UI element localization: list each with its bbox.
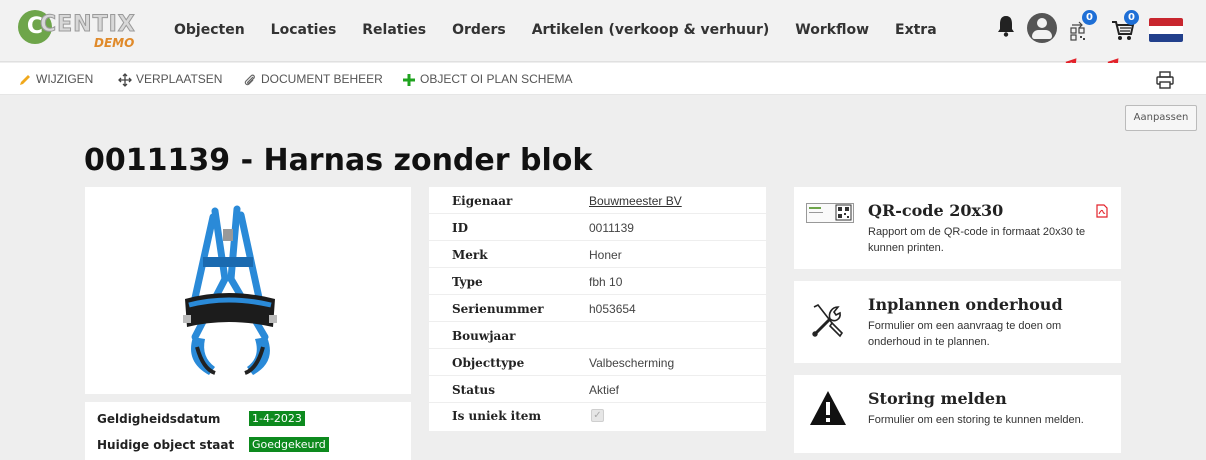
logo-demo-label: DEMO [94,36,135,50]
detail-row-bouwjaar: Bouwjaar [429,323,766,349]
menu-item-locaties[interactable]: Locaties [271,22,337,38]
bell-icon[interactable] [996,14,1016,38]
main-menu: Objecten Locaties Relaties Orders Artike… [174,22,963,38]
menu-item-relaties[interactable]: Relaties [362,22,426,38]
menu-item-extra[interactable]: Extra [895,22,937,38]
document-management-button[interactable]: DOCUMENT BEHEER [243,72,383,87]
shopping-cart-icon[interactable]: 0 [1110,10,1139,42]
pencil-icon [20,74,30,85]
centix-logo[interactable]: C CENTIX DEMO [18,6,148,52]
object-details-card: Eigenaar Bouwmeester BV ID 0011139 Merk … [429,187,766,431]
dutch-flag-icon[interactable] [1149,18,1183,42]
detail-row-uniek: Is uniek item ✓ [429,403,766,429]
object-image-card [85,187,411,394]
customize-button[interactable]: Aanpassen [1125,105,1197,131]
menu-item-objecten[interactable]: Objecten [174,22,245,38]
unique-item-checkbox: ✓ [591,409,604,422]
user-avatar-icon[interactable] [1027,13,1057,43]
validity-date-label: Geldigheidsdatum [97,412,221,426]
pdf-icon[interactable] [1096,204,1108,218]
fault-card-title: Storing melden [868,389,1007,408]
action-toolbar: WIJZIGEN VERPLAATSEN DOCUMENT BEHEER OBJ… [0,63,1206,95]
move-button[interactable]: VERPLAATSEN [118,72,222,87]
qr-scan-icon[interactable]: 0 [1068,10,1097,42]
object-state-label: Huidige object staat [97,438,235,452]
top-navbar: C CENTIX DEMO Objecten Locaties Relaties… [0,0,1206,62]
qr-card-description: Rapport om de QR-code in formaat 20x30 t… [868,226,1086,254]
object-state-value: Goedgekeurd [249,437,329,452]
edit-button[interactable]: WIJZIGEN [18,72,93,87]
move-arrows-icon [118,72,132,87]
maintenance-card-description: Formulier om een aanvraag te doen om ond… [868,320,1062,348]
validity-card: Geldigheidsdatum 1-4-2023 Huidige object… [85,402,411,460]
detail-row-status: Status Aktief [429,377,766,403]
detail-row-serienummer: Serienummer h053654 [429,296,766,322]
detail-row-eigenaar: Eigenaar Bouwmeester BV [429,188,766,214]
detail-row-type: Type fbh 10 [429,269,766,295]
owner-link[interactable]: Bouwmeester BV [589,194,682,208]
menu-item-artikelen[interactable]: Artikelen (verkoop & verhuur) [532,22,770,38]
detail-row-id: ID 0011139 [429,215,766,241]
wrench-screwdriver-icon [812,303,844,338]
printer-icon[interactable] [1156,71,1174,89]
schedule-maintenance-card[interactable]: Inplannen onderhoud Formulier om een aan… [794,281,1121,363]
qr-card-title: QR-code 20x30 [868,201,1004,220]
validity-date-value: 1-4-2023 [249,411,305,426]
object-plan-schema-button[interactable]: OBJECT OI PLAN SCHEMA [402,72,572,87]
detail-row-merk: Merk Honer [429,242,766,268]
paperclip-icon [244,74,255,86]
qr-count-badge: 0 [1082,10,1097,25]
qr-label-thumbnail-icon [806,203,854,223]
qr-code-report-card[interactable]: QR-code 20x30 Rapport om de QR-code in f… [794,187,1121,269]
cart-count-badge: 0 [1124,10,1139,25]
detail-row-objecttype: Objecttype Valbescherming [429,350,766,376]
logo-text: CENTIX [40,12,136,38]
page-title: 0011139 - Harnas zonder blok [84,143,593,178]
fault-card-description: Formulier om een storing te kunnen melde… [868,414,1084,426]
report-fault-card[interactable]: Storing melden Formulier om een storing … [794,375,1121,453]
warning-triangle-icon [810,391,846,425]
menu-item-orders[interactable]: Orders [452,22,506,38]
safety-harness-image[interactable] [85,187,411,394]
menu-item-workflow[interactable]: Workflow [795,22,869,38]
plus-icon [403,73,415,86]
maintenance-card-title: Inplannen onderhoud [868,295,1063,314]
